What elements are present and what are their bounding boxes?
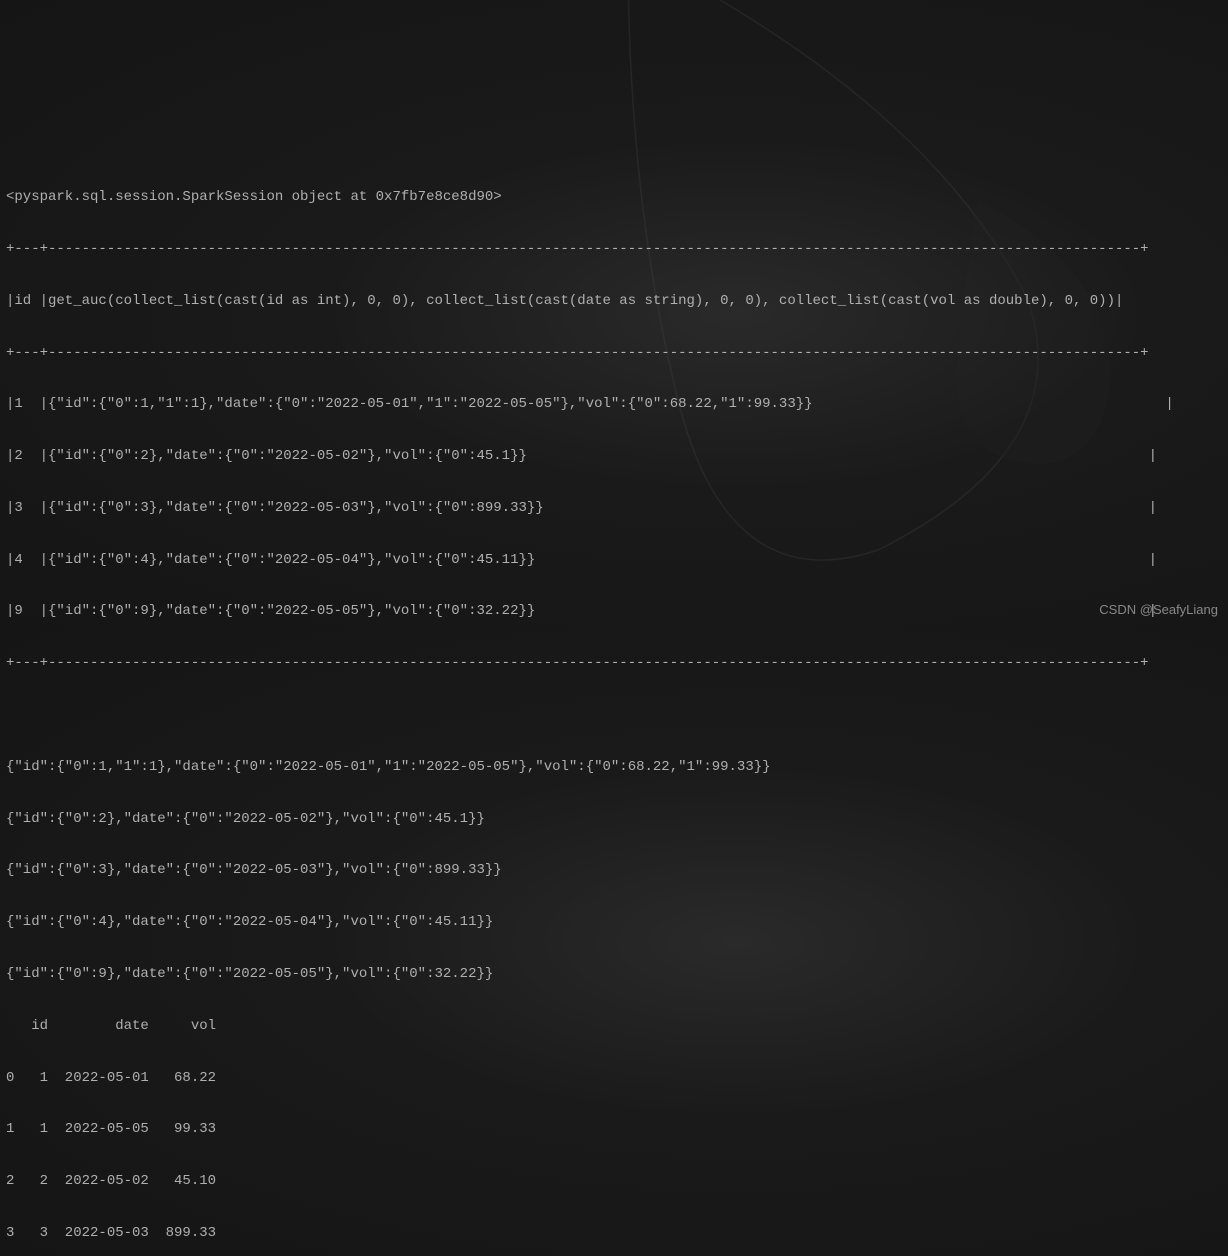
terminal-output: <pyspark.sql.session.SparkSession object… [6,159,1222,1256]
table-header-row: |id |get_auc(collect_list(cast(id as int… [6,289,1222,315]
dataframe-row: 1 1 2022-05-05 99.33 [6,1117,1222,1143]
json-output-line: {"id":{"0":9},"date":{"0":"2022-05-05"},… [6,962,1222,988]
table-row: |1 |{"id":{"0":1,"1":1},"date":{"0":"202… [6,392,1222,418]
table-row: |3 |{"id":{"0":3},"date":{"0":"2022-05-0… [6,496,1222,522]
blank-line [6,703,1222,729]
dataframe-row: 3 3 2022-05-03 899.33 [6,1221,1222,1247]
json-output-line: {"id":{"0":1,"1":1},"date":{"0":"2022-05… [6,755,1222,781]
dataframe-row: 2 2 2022-05-02 45.10 [6,1169,1222,1195]
table-border-top: +---+-----------------------------------… [6,237,1222,263]
session-object-line: <pyspark.sql.session.SparkSession object… [6,185,1222,211]
dataframe-row: 0 1 2022-05-01 68.22 [6,1066,1222,1092]
dataframe-header: id date vol [6,1014,1222,1040]
json-output-line: {"id":{"0":3},"date":{"0":"2022-05-03"},… [6,858,1222,884]
table-row: |9 |{"id":{"0":9},"date":{"0":"2022-05-0… [6,599,1222,625]
table-row: |2 |{"id":{"0":2},"date":{"0":"2022-05-0… [6,444,1222,470]
json-output-line: {"id":{"0":2},"date":{"0":"2022-05-02"},… [6,807,1222,833]
table-row: |4 |{"id":{"0":4},"date":{"0":"2022-05-0… [6,548,1222,574]
json-output-line: {"id":{"0":4},"date":{"0":"2022-05-04"},… [6,910,1222,936]
table-border-mid: +---+-----------------------------------… [6,341,1222,367]
watermark: CSDN @SeafyLiang [1099,598,1218,622]
table-border-bottom: +---+-----------------------------------… [6,651,1222,677]
